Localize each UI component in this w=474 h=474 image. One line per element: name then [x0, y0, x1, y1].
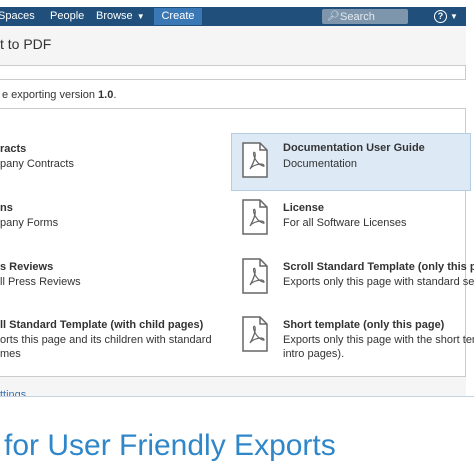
template-title: racts — [0, 143, 27, 155]
template-description: Documentation — [283, 158, 357, 170]
template-title: Scroll Standard Template (only this page — [283, 261, 474, 273]
template-description: pany Contracts — [0, 158, 74, 170]
version-info-suffix: . — [113, 89, 117, 101]
version-number: 1.0 — [98, 89, 114, 101]
nav-browse-label: Browse — [96, 10, 133, 22]
help-icon: ? — [434, 9, 447, 23]
caption-divider — [0, 396, 474, 397]
template-scroll-standard-only-this-page[interactable]: Scroll Standard Template (only this page… — [232, 251, 474, 305]
pdf-file-icon — [242, 316, 268, 352]
chevron-down-icon: ▼ — [136, 12, 145, 21]
navigation-bar: Spaces People Browse▼ Create 🔎︎ ?▼ — [0, 7, 466, 26]
template-description: ll Press Reviews — [0, 276, 81, 288]
pdf-file-icon — [242, 199, 268, 235]
nav-people[interactable]: People — [50, 7, 84, 26]
template-description: For all Software Licenses — [283, 217, 407, 229]
nav-spaces[interactable]: Spaces — [0, 7, 35, 26]
template-title: Short template (only this page) — [283, 319, 445, 331]
template-title: ll Standard Template (with child pages) — [0, 319, 204, 331]
search-icon: 🔎︎ — [327, 11, 340, 22]
version-info-bar: e exporting version 1.0. — [0, 79, 466, 109]
template-press-reviews[interactable]: s Reviews ll Press Reviews — [0, 251, 228, 305]
template-title: ns — [0, 202, 13, 214]
dialog-header: t to PDF — [0, 26, 466, 66]
pdf-file-icon — [242, 258, 268, 294]
template-documentation-user-guide[interactable]: Documentation User Guide Documentation — [231, 133, 471, 191]
template-license[interactable]: License For all Software Licenses — [232, 192, 472, 246]
export-dialog: t to PDF e exporting version 1.0. racts … — [0, 26, 474, 401]
template-description: pany Forms — [0, 217, 59, 229]
pdf-file-icon — [242, 142, 268, 178]
search-box[interactable]: 🔎︎ — [322, 9, 408, 24]
create-button[interactable]: Create — [154, 8, 202, 25]
version-info-text: e exporting version 1.0. — [2, 89, 116, 101]
template-title: Documentation User Guide — [283, 142, 425, 154]
template-title: License — [283, 202, 324, 214]
template-scroll-standard-with-child-pages[interactable]: ll Standard Template (with child pages) … — [0, 310, 228, 370]
template-description: Exports only this page with standard set… — [283, 276, 474, 288]
template-description: orts this page and its children with sta… — [0, 334, 212, 346]
template-description: Exports only this page with the short te… — [283, 334, 474, 346]
template-forms[interactable]: ns pany Forms — [0, 192, 228, 246]
nav-browse[interactable]: Browse ▼ — [96, 7, 145, 26]
dialog-title: t to PDF — [0, 36, 52, 52]
version-info-prefix: e exporting version — [2, 89, 95, 101]
template-description: mes — [0, 348, 21, 360]
template-contracts[interactable]: racts pany Contracts — [0, 126, 228, 180]
caption-area: for User Friendly Exports — [0, 396, 474, 474]
template-description: intro pages). — [283, 348, 345, 360]
template-short-only-this-page[interactable]: Short template (only this page) Exports … — [232, 310, 474, 370]
dialog-footer: ttings — [0, 376, 466, 401]
chevron-down-icon: ▼ — [450, 12, 458, 21]
caption-text: for User Friendly Exports — [4, 429, 336, 462]
template-title: s Reviews — [0, 261, 54, 273]
search-input[interactable] — [340, 9, 406, 24]
help-menu-button[interactable]: ? ▼ — [434, 8, 458, 25]
